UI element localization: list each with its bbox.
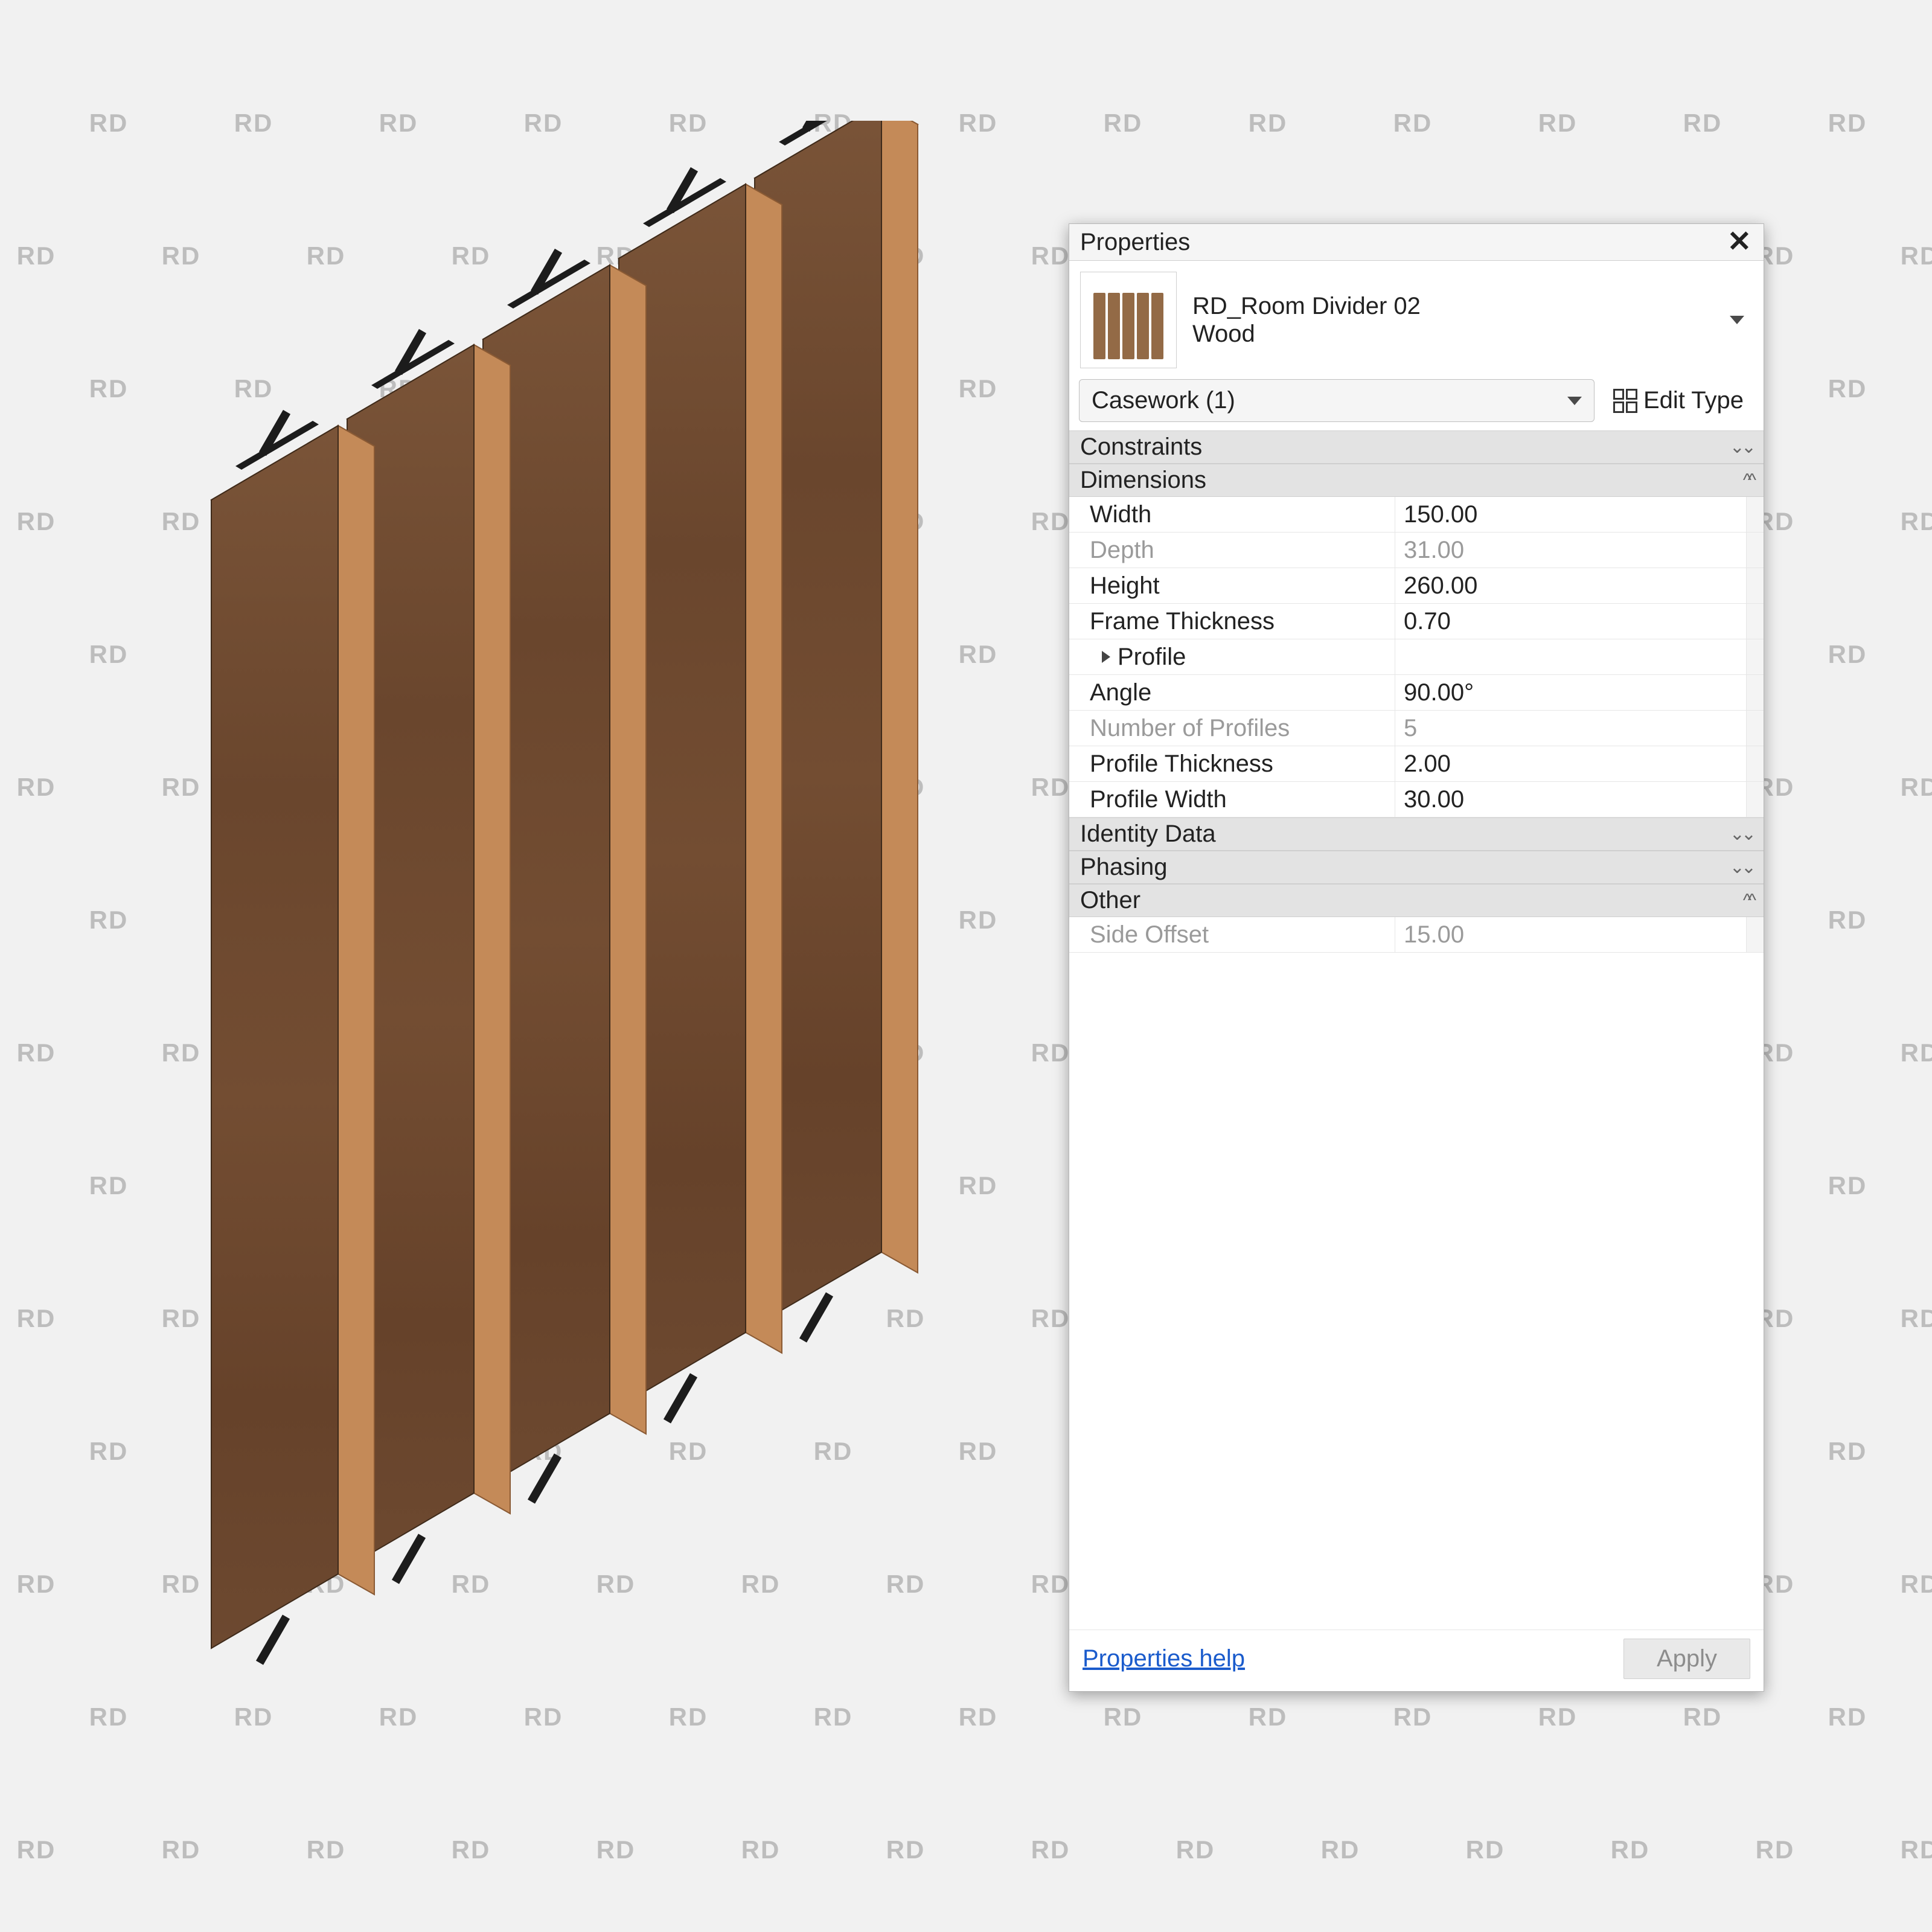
group-other[interactable]: Other ^^ bbox=[1069, 884, 1764, 917]
collapse-icon: ⌄⌄ bbox=[1730, 824, 1753, 845]
row-frame-thickness[interactable]: Frame Thickness 0.70 bbox=[1069, 604, 1764, 639]
value-frame-thickness[interactable]: 0.70 bbox=[1395, 604, 1746, 639]
collapse-icon: ⌄⌄ bbox=[1730, 857, 1753, 878]
group-identity-data[interactable]: Identity Data ⌄⌄ bbox=[1069, 817, 1764, 851]
edit-type-label: Edit Type bbox=[1643, 387, 1744, 414]
chevron-down-icon bbox=[1730, 316, 1744, 324]
row-depth: Depth 31.00 bbox=[1069, 533, 1764, 568]
row-width[interactable]: Width 150.00 bbox=[1069, 497, 1764, 533]
model-viewport[interactable] bbox=[157, 121, 1002, 1751]
value-angle[interactable]: 90.00° bbox=[1395, 675, 1746, 710]
properties-footer: Properties help Apply bbox=[1069, 1630, 1764, 1691]
row-number-of-profiles: Number of Profiles 5 bbox=[1069, 711, 1764, 746]
type-selector[interactable]: RD_Room Divider 02 Wood bbox=[1069, 261, 1764, 379]
row-profile[interactable]: Profile bbox=[1069, 639, 1764, 675]
expand-icon: ^^ bbox=[1743, 891, 1753, 911]
group-constraints[interactable]: Constraints ⌄⌄ bbox=[1069, 430, 1764, 464]
properties-titlebar[interactable]: Properties ✕ bbox=[1069, 224, 1764, 261]
edit-type-icon bbox=[1613, 389, 1637, 413]
expand-icon: ^^ bbox=[1743, 470, 1753, 491]
row-profile-thickness[interactable]: Profile Thickness 2.00 bbox=[1069, 746, 1764, 782]
room-divider-model bbox=[211, 121, 918, 1665]
type-name: RD_Room Divider 02 Wood bbox=[1192, 292, 1714, 348]
close-icon[interactable]: ✕ bbox=[1722, 228, 1756, 257]
value-profile[interactable] bbox=[1395, 639, 1746, 674]
row-height[interactable]: Height 260.00 bbox=[1069, 568, 1764, 604]
value-profile-width[interactable]: 30.00 bbox=[1395, 782, 1746, 817]
value-width[interactable]: 150.00 bbox=[1395, 497, 1746, 532]
edit-type-button[interactable]: Edit Type bbox=[1603, 380, 1754, 421]
expand-right-icon bbox=[1102, 651, 1110, 663]
row-profile-width[interactable]: Profile Width 30.00 bbox=[1069, 782, 1764, 817]
value-depth: 31.00 bbox=[1395, 533, 1746, 568]
properties-panel: Properties ✕ RD_Room Divider 02 Wood Cas… bbox=[1069, 223, 1764, 1692]
row-side-offset: Side Offset 15.00 bbox=[1069, 917, 1764, 953]
value-side-offset: 15.00 bbox=[1395, 917, 1746, 952]
collapse-icon: ⌄⌄ bbox=[1730, 437, 1753, 458]
value-profile-thickness[interactable]: 2.00 bbox=[1395, 746, 1746, 781]
chevron-down-icon bbox=[1567, 397, 1582, 405]
properties-help-link[interactable]: Properties help bbox=[1083, 1645, 1245, 1672]
value-height[interactable]: 260.00 bbox=[1395, 568, 1746, 603]
group-phasing[interactable]: Phasing ⌄⌄ bbox=[1069, 851, 1764, 884]
instance-filter-dropdown[interactable]: Casework (1) bbox=[1079, 379, 1595, 422]
apply-button[interactable]: Apply bbox=[1623, 1639, 1750, 1679]
type-thumbnail bbox=[1080, 272, 1177, 368]
group-dimensions[interactable]: Dimensions ^^ bbox=[1069, 464, 1764, 497]
row-angle[interactable]: Angle 90.00° bbox=[1069, 675, 1764, 711]
instance-filter-label: Casework (1) bbox=[1092, 387, 1235, 414]
properties-title: Properties bbox=[1080, 229, 1190, 256]
value-number-of-profiles: 5 bbox=[1395, 711, 1746, 746]
